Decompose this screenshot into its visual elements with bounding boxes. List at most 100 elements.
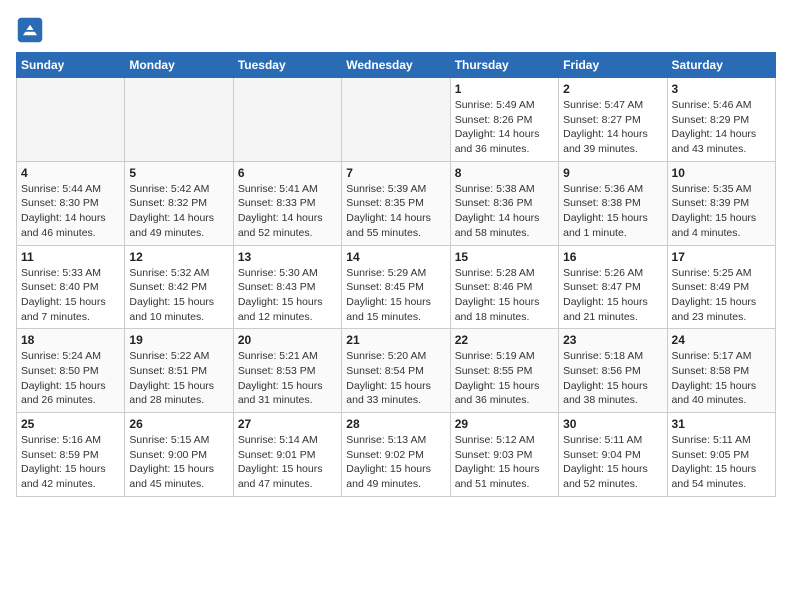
calendar-cell: 28 Sunrise: 5:13 AMSunset: 9:02 PMDayligh… xyxy=(342,413,450,497)
day-info: Sunrise: 5:13 AMSunset: 9:02 PMDaylight:… xyxy=(346,433,445,492)
day-info: Sunrise: 5:16 AMSunset: 8:59 PMDaylight:… xyxy=(21,433,120,492)
calendar-cell: 19 Sunrise: 5:22 AMSunset: 8:51 PMDayligh… xyxy=(125,329,233,413)
calendar-cell: 27Sunrise: 5:14 AMSunset: 9:01 PMDayligh… xyxy=(233,413,341,497)
calendar-cell: 26 Sunrise: 5:15 AMSunset: 9:00 PMDayligh… xyxy=(125,413,233,497)
day-info: Sunrise: 5:30 AMSunset: 8:43 PMDaylight:… xyxy=(238,266,337,325)
calendar-cell: 25 Sunrise: 5:16 AMSunset: 8:59 PMDayligh… xyxy=(17,413,125,497)
calendar-cell: 30 Sunrise: 5:11 AMSunset: 9:04 PMDayligh… xyxy=(559,413,667,497)
day-header-sunday: Sunday xyxy=(17,53,125,78)
day-number: 24 xyxy=(672,333,771,347)
day-info: Sunrise: 5:15 AMSunset: 9:00 PMDaylight:… xyxy=(129,433,228,492)
day-number: 31 xyxy=(672,417,771,431)
calendar-cell: 3Sunrise: 5:46 AMSunset: 8:29 PMDaylight… xyxy=(667,78,775,162)
day-info: Sunrise: 5:17 AMSunset: 8:58 PMDaylight:… xyxy=(672,349,771,408)
calendar-cell: 22 Sunrise: 5:19 AMSunset: 8:55 PMDayligh… xyxy=(450,329,558,413)
calendar-cell: 12 Sunrise: 5:32 AMSunset: 8:42 PMDayligh… xyxy=(125,245,233,329)
calendar-table: SundayMondayTuesdayWednesdayThursdayFrid… xyxy=(16,52,776,497)
calendar-week-4: 18 Sunrise: 5:24 AMSunset: 8:50 PMDayligh… xyxy=(17,329,776,413)
calendar-cell: 24 Sunrise: 5:17 AMSunset: 8:58 PMDayligh… xyxy=(667,329,775,413)
day-info: Sunrise: 5:28 AMSunset: 8:46 PMDaylight:… xyxy=(455,266,554,325)
calendar-header xyxy=(16,16,776,44)
day-number: 25 xyxy=(21,417,120,431)
day-number: 28 xyxy=(346,417,445,431)
day-number: 23 xyxy=(563,333,662,347)
day-number: 17 xyxy=(672,250,771,264)
day-info: Sunrise: 5:41 AMSunset: 8:33 PMDaylight:… xyxy=(238,182,337,241)
day-info: Sunrise: 5:39 AMSunset: 8:35 PMDaylight:… xyxy=(346,182,445,241)
day-info: Sunrise: 5:38 AMSunset: 8:36 PMDaylight:… xyxy=(455,182,554,241)
day-info: Sunrise: 5:11 AMSunset: 9:04 PMDaylight:… xyxy=(563,433,662,492)
calendar-cell: 6 Sunrise: 5:41 AMSunset: 8:33 PMDaylight… xyxy=(233,161,341,245)
day-number: 14 xyxy=(346,250,445,264)
calendar-cell xyxy=(125,78,233,162)
day-number: 29 xyxy=(455,417,554,431)
day-number: 6 xyxy=(238,166,337,180)
day-header-friday: Friday xyxy=(559,53,667,78)
day-number: 11 xyxy=(21,250,120,264)
calendar-header-row: SundayMondayTuesdayWednesdayThursdayFrid… xyxy=(17,53,776,78)
day-number: 18 xyxy=(21,333,120,347)
day-info: Sunrise: 5:20 AMSunset: 8:54 PMDaylight:… xyxy=(346,349,445,408)
calendar-cell: 11 Sunrise: 5:33 AMSunset: 8:40 PMDayligh… xyxy=(17,245,125,329)
day-info: Sunrise: 5:44 AMSunset: 8:30 PMDaylight:… xyxy=(21,182,120,241)
calendar-cell: 1Sunrise: 5:49 AMSunset: 8:26 PMDaylight… xyxy=(450,78,558,162)
calendar-cell: 18 Sunrise: 5:24 AMSunset: 8:50 PMDayligh… xyxy=(17,329,125,413)
calendar-cell: 5 Sunrise: 5:42 AMSunset: 8:32 PMDaylight… xyxy=(125,161,233,245)
calendar-cell: 21 Sunrise: 5:20 AMSunset: 8:54 PMDayligh… xyxy=(342,329,450,413)
day-info: Sunrise: 5:12 AMSunset: 9:03 PMDaylight:… xyxy=(455,433,554,492)
day-number: 21 xyxy=(346,333,445,347)
calendar-cell: 9 Sunrise: 5:36 AMSunset: 8:38 PMDaylight… xyxy=(559,161,667,245)
day-header-thursday: Thursday xyxy=(450,53,558,78)
day-info: Sunrise: 5:18 AMSunset: 8:56 PMDaylight:… xyxy=(563,349,662,408)
day-number: 26 xyxy=(129,417,228,431)
day-number: 16 xyxy=(563,250,662,264)
calendar-cell xyxy=(233,78,341,162)
calendar-cell: 13 Sunrise: 5:30 AMSunset: 8:43 PMDayligh… xyxy=(233,245,341,329)
logo xyxy=(16,16,48,44)
day-number: 30 xyxy=(563,417,662,431)
calendar-cell: 23 Sunrise: 5:18 AMSunset: 8:56 PMDayligh… xyxy=(559,329,667,413)
day-info: Sunrise: 5:21 AMSunset: 8:53 PMDaylight:… xyxy=(238,349,337,408)
day-number: 2 xyxy=(563,82,662,96)
day-number: 5 xyxy=(129,166,228,180)
day-number: 8 xyxy=(455,166,554,180)
calendar-week-2: 4Sunrise: 5:44 AMSunset: 8:30 PMDaylight… xyxy=(17,161,776,245)
day-info: Sunrise: 5:36 AMSunset: 8:38 PMDaylight:… xyxy=(563,182,662,241)
calendar-cell: 8 Sunrise: 5:38 AMSunset: 8:36 PMDaylight… xyxy=(450,161,558,245)
calendar-cell: 17Sunrise: 5:25 AMSunset: 8:49 PMDayligh… xyxy=(667,245,775,329)
day-number: 12 xyxy=(129,250,228,264)
calendar-cell: 4Sunrise: 5:44 AMSunset: 8:30 PMDaylight… xyxy=(17,161,125,245)
day-header-wednesday: Wednesday xyxy=(342,53,450,78)
day-number: 3 xyxy=(672,82,771,96)
day-info: Sunrise: 5:19 AMSunset: 8:55 PMDaylight:… xyxy=(455,349,554,408)
day-number: 7 xyxy=(346,166,445,180)
calendar-cell: 31Sunrise: 5:11 AMSunset: 9:05 PMDayligh… xyxy=(667,413,775,497)
calendar-cell xyxy=(342,78,450,162)
day-info: Sunrise: 5:47 AMSunset: 8:27 PMDaylight:… xyxy=(563,98,662,157)
calendar-week-1: 1Sunrise: 5:49 AMSunset: 8:26 PMDaylight… xyxy=(17,78,776,162)
calendar-cell: 7 Sunrise: 5:39 AMSunset: 8:35 PMDaylight… xyxy=(342,161,450,245)
day-number: 19 xyxy=(129,333,228,347)
calendar-cell: 20 Sunrise: 5:21 AMSunset: 8:53 PMDayligh… xyxy=(233,329,341,413)
day-number: 20 xyxy=(238,333,337,347)
calendar-cell: 14 Sunrise: 5:29 AMSunset: 8:45 PMDayligh… xyxy=(342,245,450,329)
day-info: Sunrise: 5:24 AMSunset: 8:50 PMDaylight:… xyxy=(21,349,120,408)
day-info: Sunrise: 5:33 AMSunset: 8:40 PMDaylight:… xyxy=(21,266,120,325)
day-info: Sunrise: 5:42 AMSunset: 8:32 PMDaylight:… xyxy=(129,182,228,241)
calendar-week-3: 11 Sunrise: 5:33 AMSunset: 8:40 PMDayligh… xyxy=(17,245,776,329)
day-info: Sunrise: 5:29 AMSunset: 8:45 PMDaylight:… xyxy=(346,266,445,325)
calendar-cell: 16Sunrise: 5:26 AMSunset: 8:47 PMDayligh… xyxy=(559,245,667,329)
day-header-monday: Monday xyxy=(125,53,233,78)
day-number: 22 xyxy=(455,333,554,347)
day-number: 15 xyxy=(455,250,554,264)
day-number: 13 xyxy=(238,250,337,264)
calendar-cell: 15 Sunrise: 5:28 AMSunset: 8:46 PMDayligh… xyxy=(450,245,558,329)
logo-icon xyxy=(16,16,44,44)
day-info: Sunrise: 5:22 AMSunset: 8:51 PMDaylight:… xyxy=(129,349,228,408)
calendar-cell: 29 Sunrise: 5:12 AMSunset: 9:03 PMDayligh… xyxy=(450,413,558,497)
day-info: Sunrise: 5:14 AMSunset: 9:01 PMDaylight:… xyxy=(238,433,337,492)
day-number: 9 xyxy=(563,166,662,180)
day-info: Sunrise: 5:35 AMSunset: 8:39 PMDaylight:… xyxy=(672,182,771,241)
day-info: Sunrise: 5:32 AMSunset: 8:42 PMDaylight:… xyxy=(129,266,228,325)
calendar-cell xyxy=(17,78,125,162)
